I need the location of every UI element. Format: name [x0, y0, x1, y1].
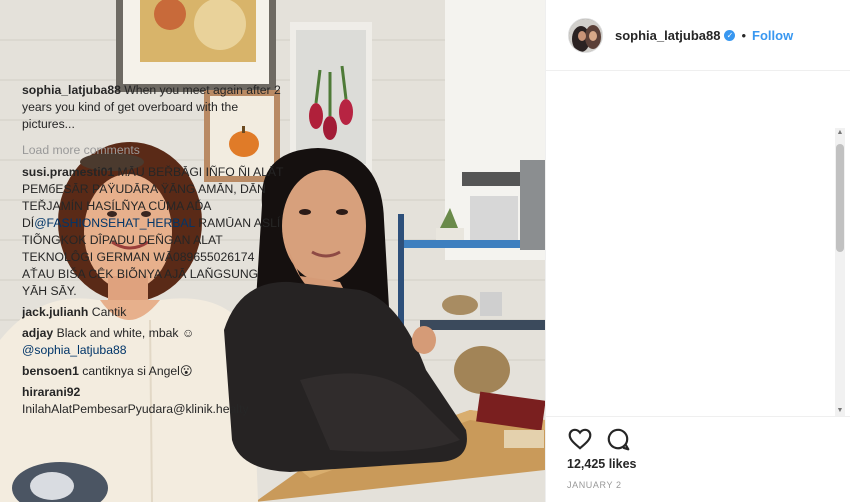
post-date[interactable]: January 2: [567, 480, 828, 490]
caption-username[interactable]: sophia_latjuba88: [22, 83, 121, 97]
scroll-up-arrow-icon[interactable]: ▲: [835, 128, 845, 138]
action-icons: [567, 417, 828, 457]
comment-text: cantiknya si Angel😮: [82, 364, 193, 378]
comments-scrollbar[interactable]: ▲ ▼: [835, 128, 845, 416]
post-header: sophia_latjuba88 ✓ • Follow: [546, 0, 850, 71]
follow-button[interactable]: Follow: [752, 28, 793, 43]
comment-text: InilahAlatPembesarPyudara@klinik.healty …: [22, 402, 249, 416]
list-item: susi.pramesti01 MĀU BEŘBĀGI IÑFO ÑI ALĀT…: [22, 164, 284, 300]
verified-badge-icon: ✓: [724, 29, 736, 41]
comment-mention[interactable]: @FASHIONSEHAT_HERBAL: [34, 216, 195, 230]
heart-icon[interactable]: [567, 426, 593, 452]
list-item: adjay Black and white, mbak ☺ @sophia_la…: [22, 325, 284, 359]
comment-text: Black and white, mbak ☺: [56, 326, 195, 340]
load-more-comments-button[interactable]: Load more comments: [22, 142, 284, 159]
separator-dot: •: [741, 27, 747, 43]
list-item: hirarani92 InilahAlatPembesarPyudara@kli…: [22, 384, 284, 416]
avatar[interactable]: [568, 17, 603, 53]
header-username[interactable]: sophia_latjuba88: [615, 28, 720, 43]
comment-bubble-icon[interactable]: [605, 426, 631, 452]
scroll-down-arrow-icon[interactable]: ▼: [835, 406, 845, 416]
comment-username[interactable]: susi.pramesti01: [22, 165, 114, 179]
comment-username[interactable]: bensoen1: [22, 364, 79, 378]
like-count[interactable]: 12,425 likes: [567, 457, 828, 471]
comment-mention[interactable]: @sophia_latjuba88: [22, 343, 127, 357]
comment-text: Cantik: [91, 305, 127, 319]
comment-username[interactable]: hirarani92: [22, 385, 80, 399]
comments-list[interactable]: sophia_latjuba88 When you meet again aft…: [22, 82, 284, 416]
list-item: jack.julianh Cantik: [22, 304, 284, 321]
post-actions: 12,425 likes January 2: [545, 416, 850, 502]
comment-username[interactable]: jack.julianh: [22, 305, 88, 319]
comment-username[interactable]: adjay: [22, 326, 53, 340]
caption: sophia_latjuba88 When you meet again aft…: [22, 82, 284, 133]
list-item: bensoen1 cantiknya si Angel😮: [22, 363, 284, 380]
scroll-thumb[interactable]: [836, 144, 844, 252]
